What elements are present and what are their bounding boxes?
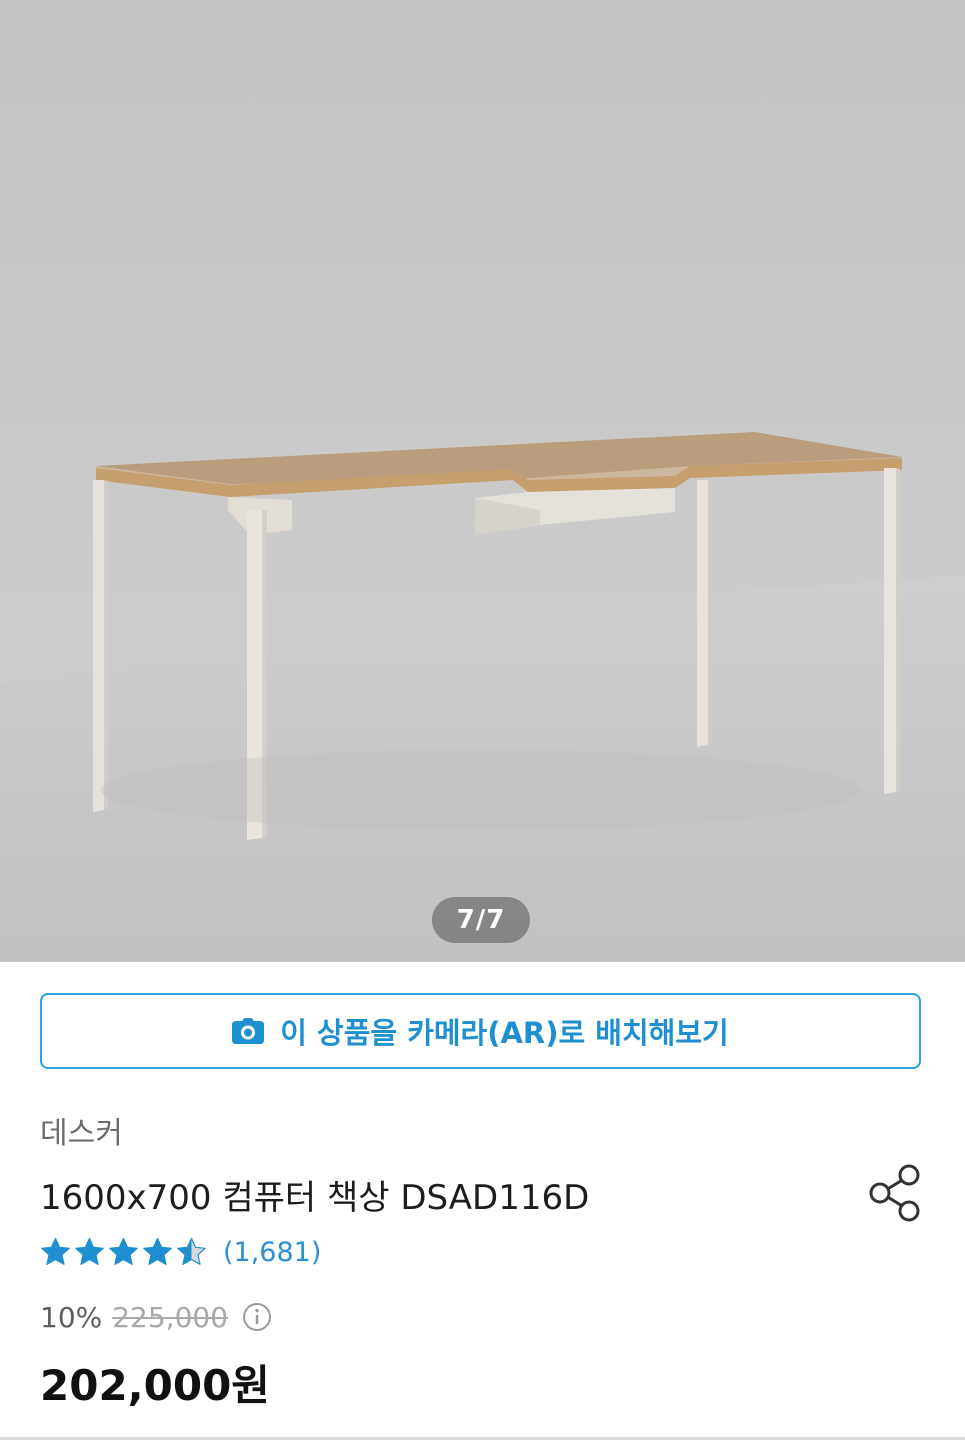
camera-icon bbox=[232, 1018, 265, 1044]
discount-rate: 10% bbox=[40, 1300, 103, 1334]
sale-price: 202,000원 bbox=[40, 1361, 270, 1410]
ar-placement-button[interactable]: 이 상품을 카메라(AR)로 배치해보기 bbox=[40, 993, 921, 1069]
star-icon bbox=[143, 1237, 172, 1265]
product-detail-screen: 7/7 이 상품을 카메라(AR)로 배치해보기 데스커 1600x700 컴퓨… bbox=[0, 0, 965, 1440]
image-page-indicator: 7/7 bbox=[432, 897, 530, 943]
share-icon bbox=[867, 1163, 923, 1227]
product-title: 1600x700 컴퓨터 책상 DSAD116D bbox=[40, 1178, 590, 1218]
share-button[interactable] bbox=[864, 1164, 926, 1226]
star-icon bbox=[177, 1237, 206, 1265]
product-image-gallery[interactable]: 7/7 bbox=[0, 0, 965, 962]
star-icon bbox=[41, 1237, 70, 1265]
ar-button-label: 이 상품을 카메라(AR)로 배치해보기 bbox=[280, 1016, 729, 1050]
star-icon bbox=[75, 1237, 104, 1265]
star-rating bbox=[40, 1237, 207, 1268]
star-icon bbox=[109, 1237, 138, 1265]
brand-name[interactable]: 데스커 bbox=[40, 1108, 123, 1152]
desk-product-photo bbox=[0, 0, 965, 962]
original-price: 225,000 bbox=[112, 1300, 229, 1334]
review-count-link[interactable]: (1,681) bbox=[223, 1237, 321, 1268]
info-icon[interactable] bbox=[242, 1302, 272, 1332]
price-row: 10% 225,000 bbox=[40, 1296, 272, 1338]
rating-row[interactable]: (1,681) bbox=[40, 1232, 321, 1272]
